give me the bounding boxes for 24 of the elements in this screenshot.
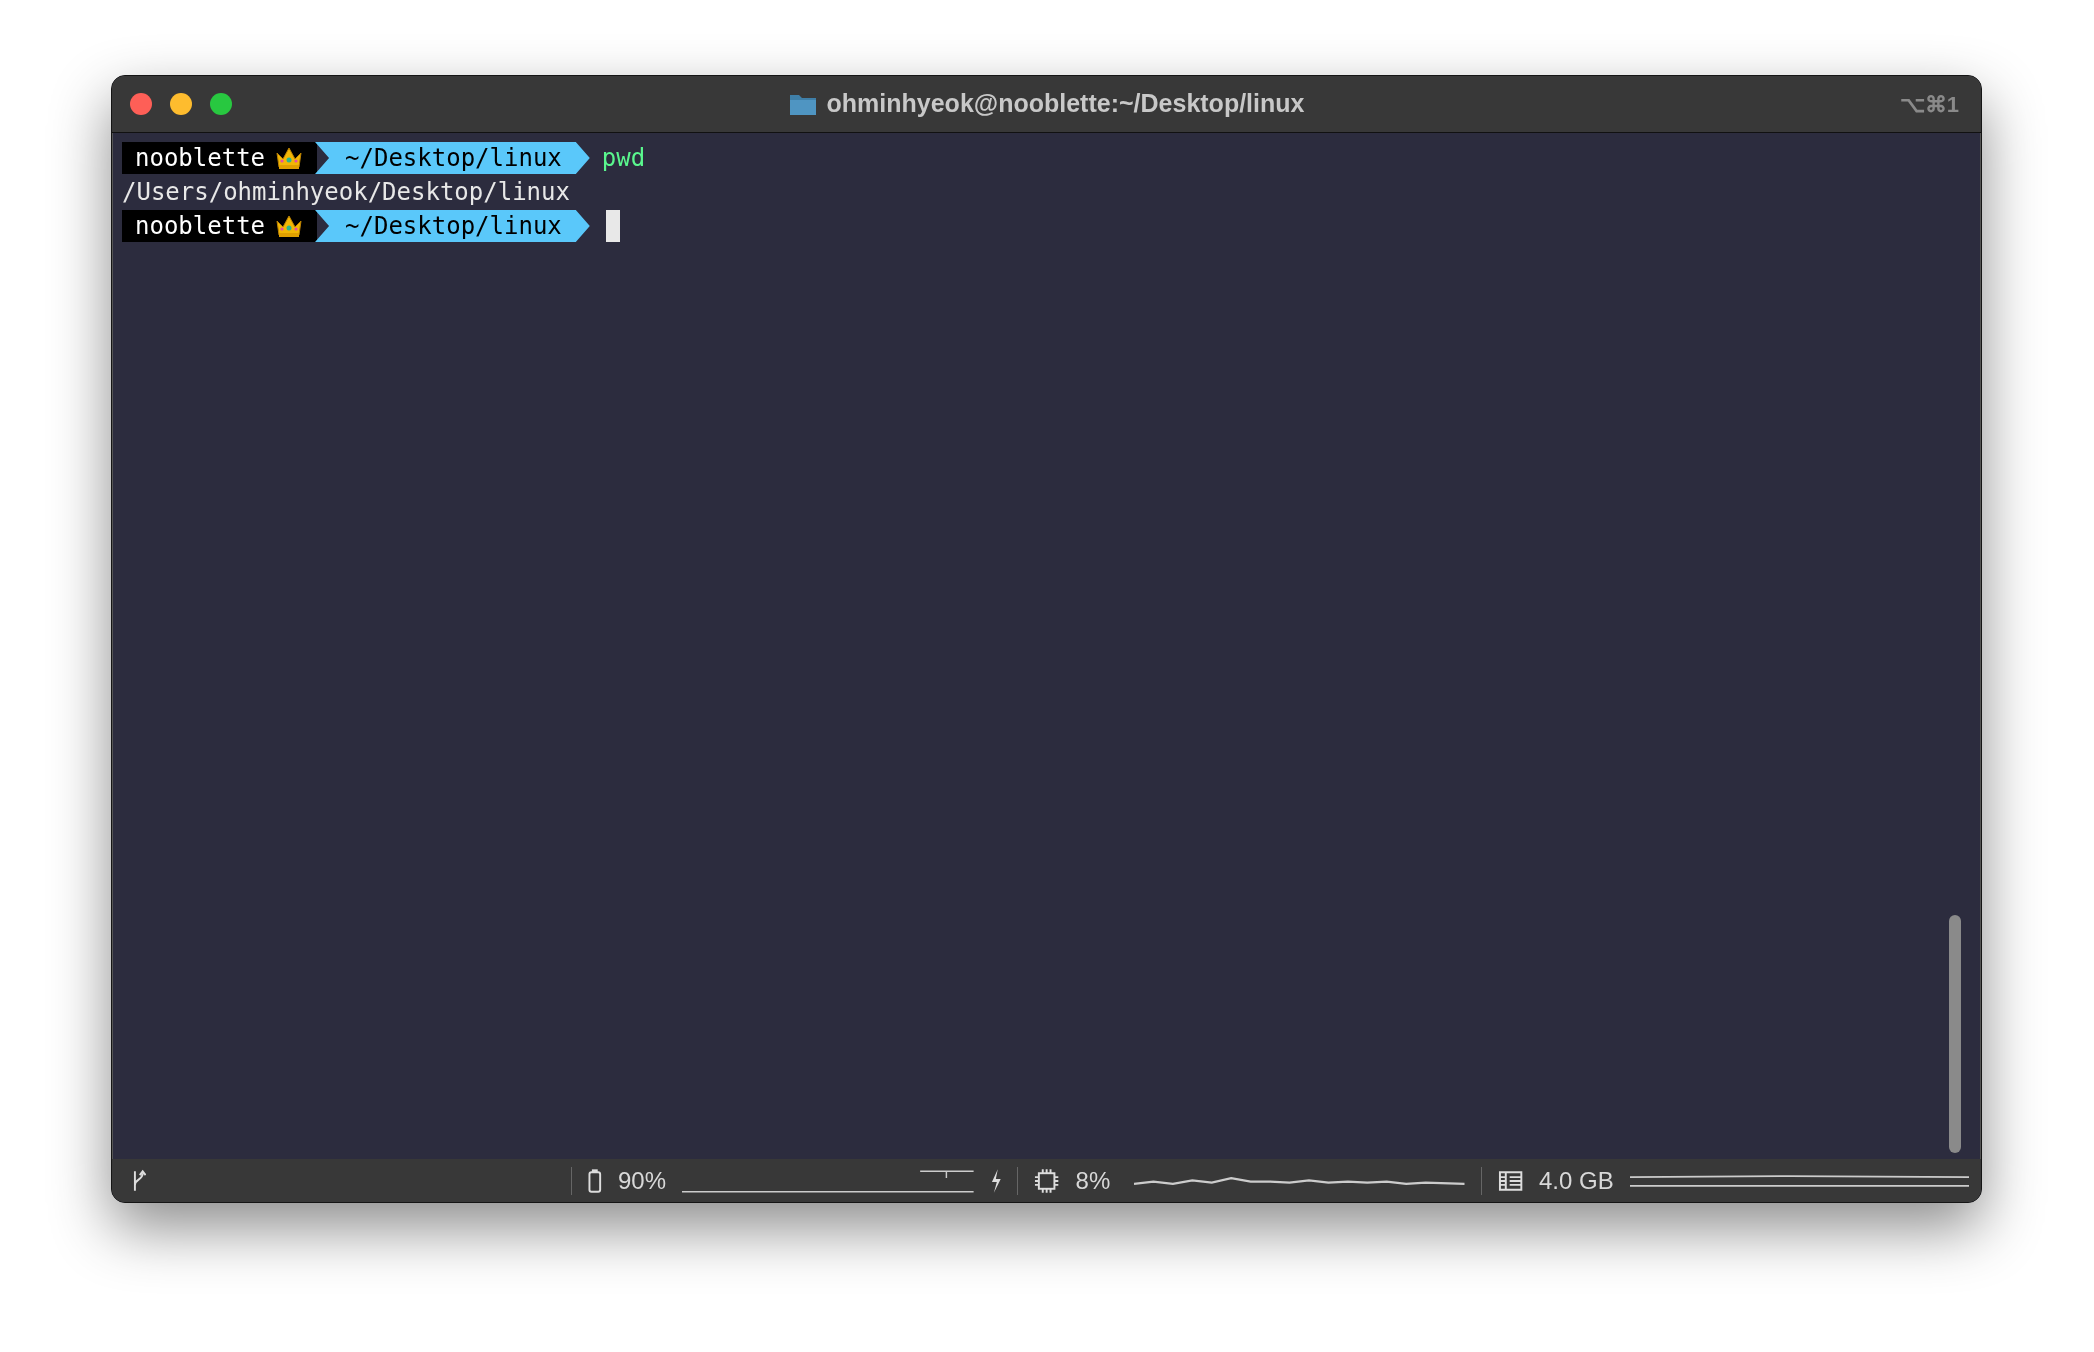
crown-icon [275, 145, 304, 171]
prompt-path: ~/Desktop/linux [315, 142, 590, 174]
scrollbar-thumb[interactable] [1949, 915, 1961, 1153]
command-output: /Users/ohminhyeok/Desktop/linux [122, 177, 570, 208]
host-name: nooblette [135, 143, 266, 174]
battery-icon [588, 1167, 602, 1194]
command-text: pwd [601, 143, 646, 174]
minimize-button[interactable] [170, 93, 192, 115]
window-title: ohminhyeok@nooblette:~/Desktop/linux [826, 88, 1305, 120]
cpu-usage: 8% [1075, 1165, 1111, 1196]
prompt-path: ~/Desktop/linux [315, 210, 590, 242]
folder-icon [788, 92, 817, 116]
zoom-button[interactable] [210, 93, 232, 115]
close-button[interactable] [130, 93, 152, 115]
battery-percentage: 90% [617, 1165, 666, 1196]
memory-usage: 4.0 GB [1538, 1165, 1614, 1196]
crown-icon [275, 213, 304, 239]
shortcut-label: ⌥⌘1 [1899, 90, 1959, 119]
text-cursor [605, 210, 620, 242]
host-name: nooblette [135, 211, 266, 242]
cpu-icon [1034, 1167, 1060, 1194]
memory-icon [1497, 1168, 1523, 1193]
git-branch-icon [132, 1168, 146, 1193]
lightning-icon [989, 1167, 1002, 1194]
